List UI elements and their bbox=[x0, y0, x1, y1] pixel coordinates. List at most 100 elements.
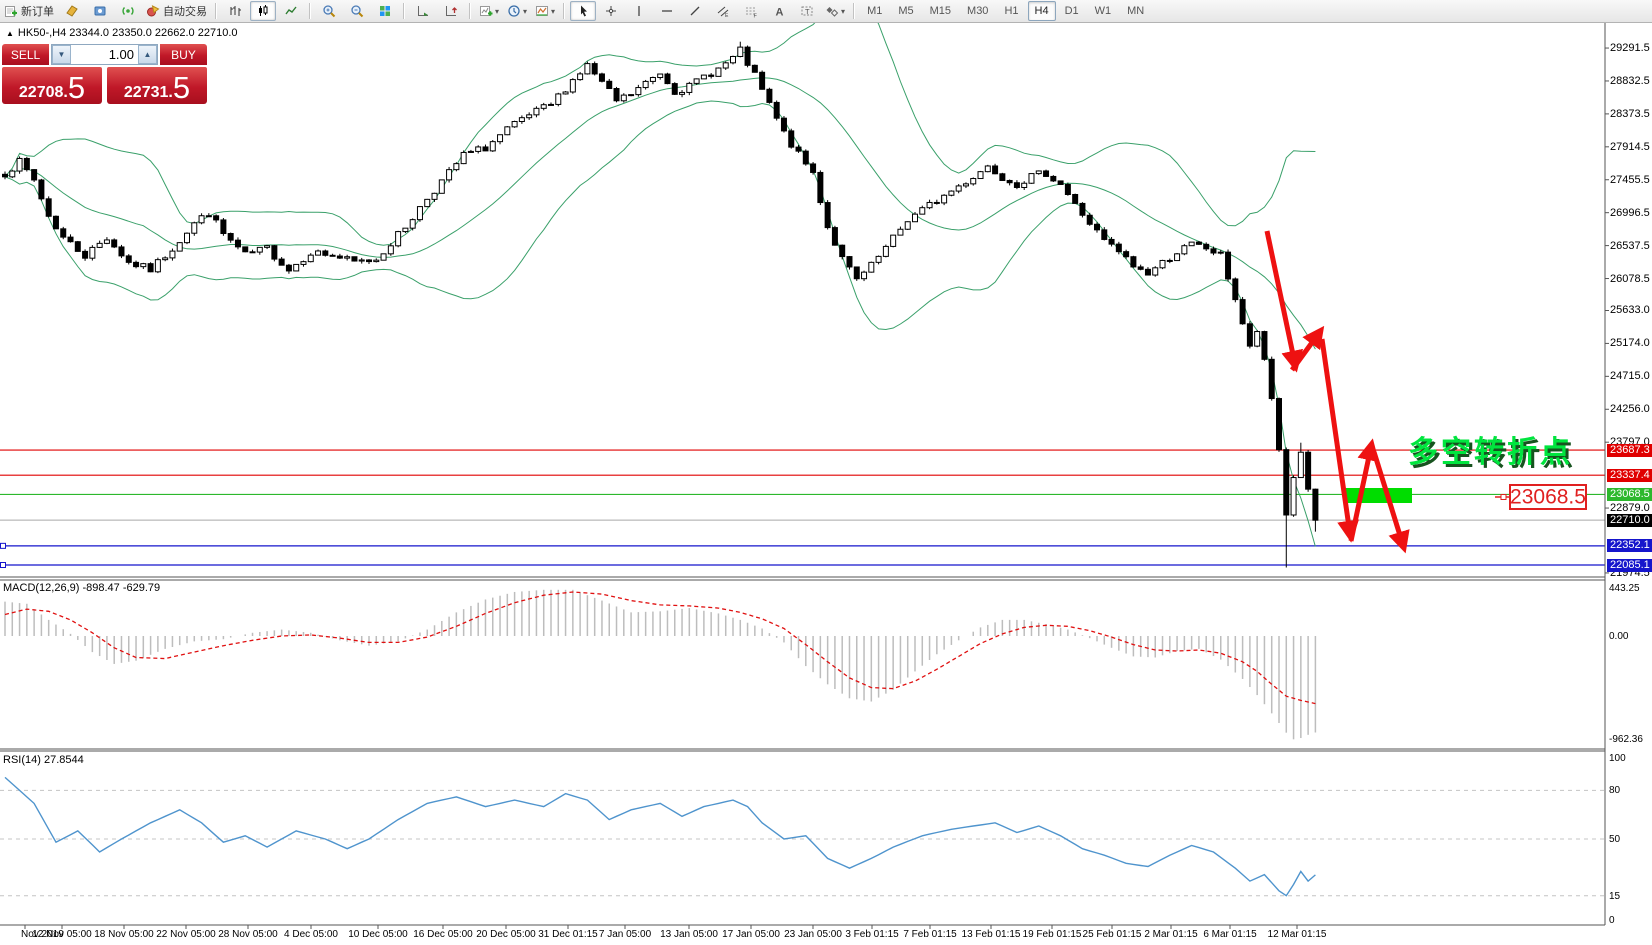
rsi-indicator-label: RSI(14) 27.8544 bbox=[3, 754, 84, 766]
toolbar-separator bbox=[215, 3, 217, 19]
buy-price-main: 22731 bbox=[124, 85, 169, 101]
toolbar-separator bbox=[469, 3, 471, 19]
time-axis[interactable] bbox=[0, 926, 1605, 945]
trend-arrow-segment-3[interactable] bbox=[1322, 339, 1350, 534]
zoom-out-button[interactable] bbox=[344, 1, 370, 21]
fibo-button[interactable]: F bbox=[738, 1, 764, 21]
candle-chart-icon bbox=[256, 4, 270, 18]
vline-button[interactable] bbox=[626, 1, 652, 21]
hline-button[interactable] bbox=[654, 1, 680, 21]
symbol-title-text: HK50-,H4 23344.0 23350.0 22662.0 22710.0 bbox=[18, 27, 238, 39]
hline-anchor[interactable] bbox=[1, 563, 6, 568]
new-order-button[interactable]: 新订单 bbox=[1, 1, 57, 21]
new-chart-icon bbox=[479, 4, 493, 18]
volume-input[interactable] bbox=[71, 45, 138, 64]
shapes-button[interactable]: ▾ bbox=[822, 1, 848, 21]
toolbar-separator bbox=[309, 3, 311, 19]
candles bbox=[3, 42, 1318, 568]
crosshair-icon bbox=[604, 4, 618, 18]
trendline-icon bbox=[688, 4, 702, 18]
sell-price-frac: 5 bbox=[68, 76, 85, 101]
bar-chart-button[interactable] bbox=[222, 1, 248, 21]
timeframe-button-H4[interactable]: H4 bbox=[1028, 1, 1056, 21]
svg-text:F: F bbox=[754, 14, 758, 19]
trendline-button[interactable] bbox=[682, 1, 708, 21]
toolbar-item-label: 新订单 bbox=[21, 3, 54, 19]
svg-text:E: E bbox=[725, 13, 729, 18]
channel-button[interactable]: E bbox=[710, 1, 736, 21]
fibo-icon: F bbox=[744, 4, 758, 18]
volume-stepper: ▼ ▲ bbox=[51, 44, 158, 65]
turning-point-text[interactable]: 多空转折点 bbox=[1408, 436, 1573, 469]
template-button[interactable]: ▾ bbox=[532, 1, 558, 21]
trend-arrow-segment-1[interactable] bbox=[1267, 231, 1295, 364]
timeframe-button-D1[interactable]: D1 bbox=[1058, 1, 1086, 21]
new-chart-button[interactable]: ▾ bbox=[476, 1, 502, 21]
sell-button[interactable]: SELL bbox=[2, 44, 49, 65]
one-click-trade-panel: SELL ▼ ▲ BUY 22708.5 22731.5 bbox=[2, 42, 207, 105]
crosshair-button[interactable] bbox=[598, 1, 624, 21]
timeframe-button-M1[interactable]: M1 bbox=[860, 1, 889, 21]
macd-indicator-label: MACD(12,26,9) -898.47 -629.79 bbox=[3, 582, 160, 594]
bar-chart-icon bbox=[228, 4, 242, 18]
signals-icon bbox=[121, 4, 135, 18]
trade-watch-icon bbox=[93, 4, 107, 18]
chevron-down-icon: ▾ bbox=[841, 7, 845, 16]
chevron-down-icon: ▾ bbox=[523, 7, 527, 16]
toolbar: 新订单 自动交易 ▾ ▾ ▾ E F A T ▾ M1M5M15M30H1H4D1W1MN bbox=[0, 0, 1652, 23]
text-button[interactable]: A bbox=[766, 1, 792, 21]
buy-price-frac: 5 bbox=[173, 76, 190, 101]
label-icon: T bbox=[800, 4, 814, 18]
hline-anchor[interactable] bbox=[1, 543, 6, 548]
autoscroll-button[interactable] bbox=[410, 1, 436, 21]
mt4-window: 新订单 自动交易 ▾ ▾ ▾ E F A T ▾ M1M5M15M30H1H4D1W1MN 多空转折… bbox=[0, 0, 1652, 945]
trend-arrow-segment-2[interactable] bbox=[1292, 333, 1319, 370]
candle-chart-button[interactable] bbox=[250, 1, 276, 21]
shapes-icon bbox=[825, 4, 839, 18]
green-highlight-rect[interactable] bbox=[1345, 488, 1412, 503]
timeframe-button-M5[interactable]: M5 bbox=[891, 1, 920, 21]
sell-price-block[interactable]: 22708.5 bbox=[2, 67, 102, 104]
price-axis[interactable] bbox=[1606, 22, 1652, 925]
line-chart-icon bbox=[284, 4, 298, 18]
yellow-tag-button[interactable] bbox=[59, 1, 85, 21]
periods-icon bbox=[507, 4, 521, 18]
chart-shift-button[interactable] bbox=[438, 1, 464, 21]
timeframe-button-M15[interactable]: M15 bbox=[923, 1, 958, 21]
yellow-tag-icon bbox=[65, 4, 79, 18]
timeframe-button-W1[interactable]: W1 bbox=[1088, 1, 1119, 21]
signals-button[interactable] bbox=[115, 1, 141, 21]
zoom-in-button[interactable] bbox=[316, 1, 342, 21]
chevron-down-icon: ▾ bbox=[495, 7, 499, 16]
svg-text:A: A bbox=[776, 7, 784, 19]
timeframe-button-MN[interactable]: MN bbox=[1120, 1, 1151, 21]
toolbar-separator bbox=[563, 3, 565, 19]
rsi-panel[interactable] bbox=[0, 777, 1605, 895]
hline-icon bbox=[660, 4, 674, 18]
channel-icon: E bbox=[716, 4, 730, 18]
label-button[interactable]: T bbox=[794, 1, 820, 21]
text-icon: A bbox=[772, 4, 786, 18]
buy-price-block[interactable]: 22731.5 bbox=[107, 67, 207, 104]
timeframe-button-H1[interactable]: H1 bbox=[997, 1, 1025, 21]
line-chart-button[interactable] bbox=[278, 1, 304, 21]
tile-windows-icon bbox=[378, 4, 392, 18]
rsi-line bbox=[5, 777, 1315, 895]
volume-up-button[interactable]: ▲ bbox=[138, 45, 157, 64]
bollinger-band-lower bbox=[5, 101, 1315, 547]
template-icon bbox=[535, 4, 549, 18]
timeframe-button-M30[interactable]: M30 bbox=[960, 1, 995, 21]
new-order-icon bbox=[4, 4, 18, 18]
chart-shift-icon bbox=[444, 4, 458, 18]
cursor-button[interactable] bbox=[570, 1, 596, 21]
autoscroll-icon bbox=[416, 4, 430, 18]
tile-windows-button[interactable] bbox=[372, 1, 398, 21]
periods-button[interactable]: ▾ bbox=[504, 1, 530, 21]
macd-panel[interactable] bbox=[5, 590, 1315, 740]
chart-canvas[interactable]: 多空转折点多空转折点23068.5 bbox=[0, 0, 1652, 945]
volume-down-button[interactable]: ▼ bbox=[52, 45, 71, 64]
buy-button[interactable]: BUY bbox=[160, 44, 207, 65]
cursor-icon bbox=[576, 4, 590, 18]
trade-watch-button[interactable] bbox=[87, 1, 113, 21]
autotrading-button[interactable]: 自动交易 bbox=[143, 1, 210, 21]
